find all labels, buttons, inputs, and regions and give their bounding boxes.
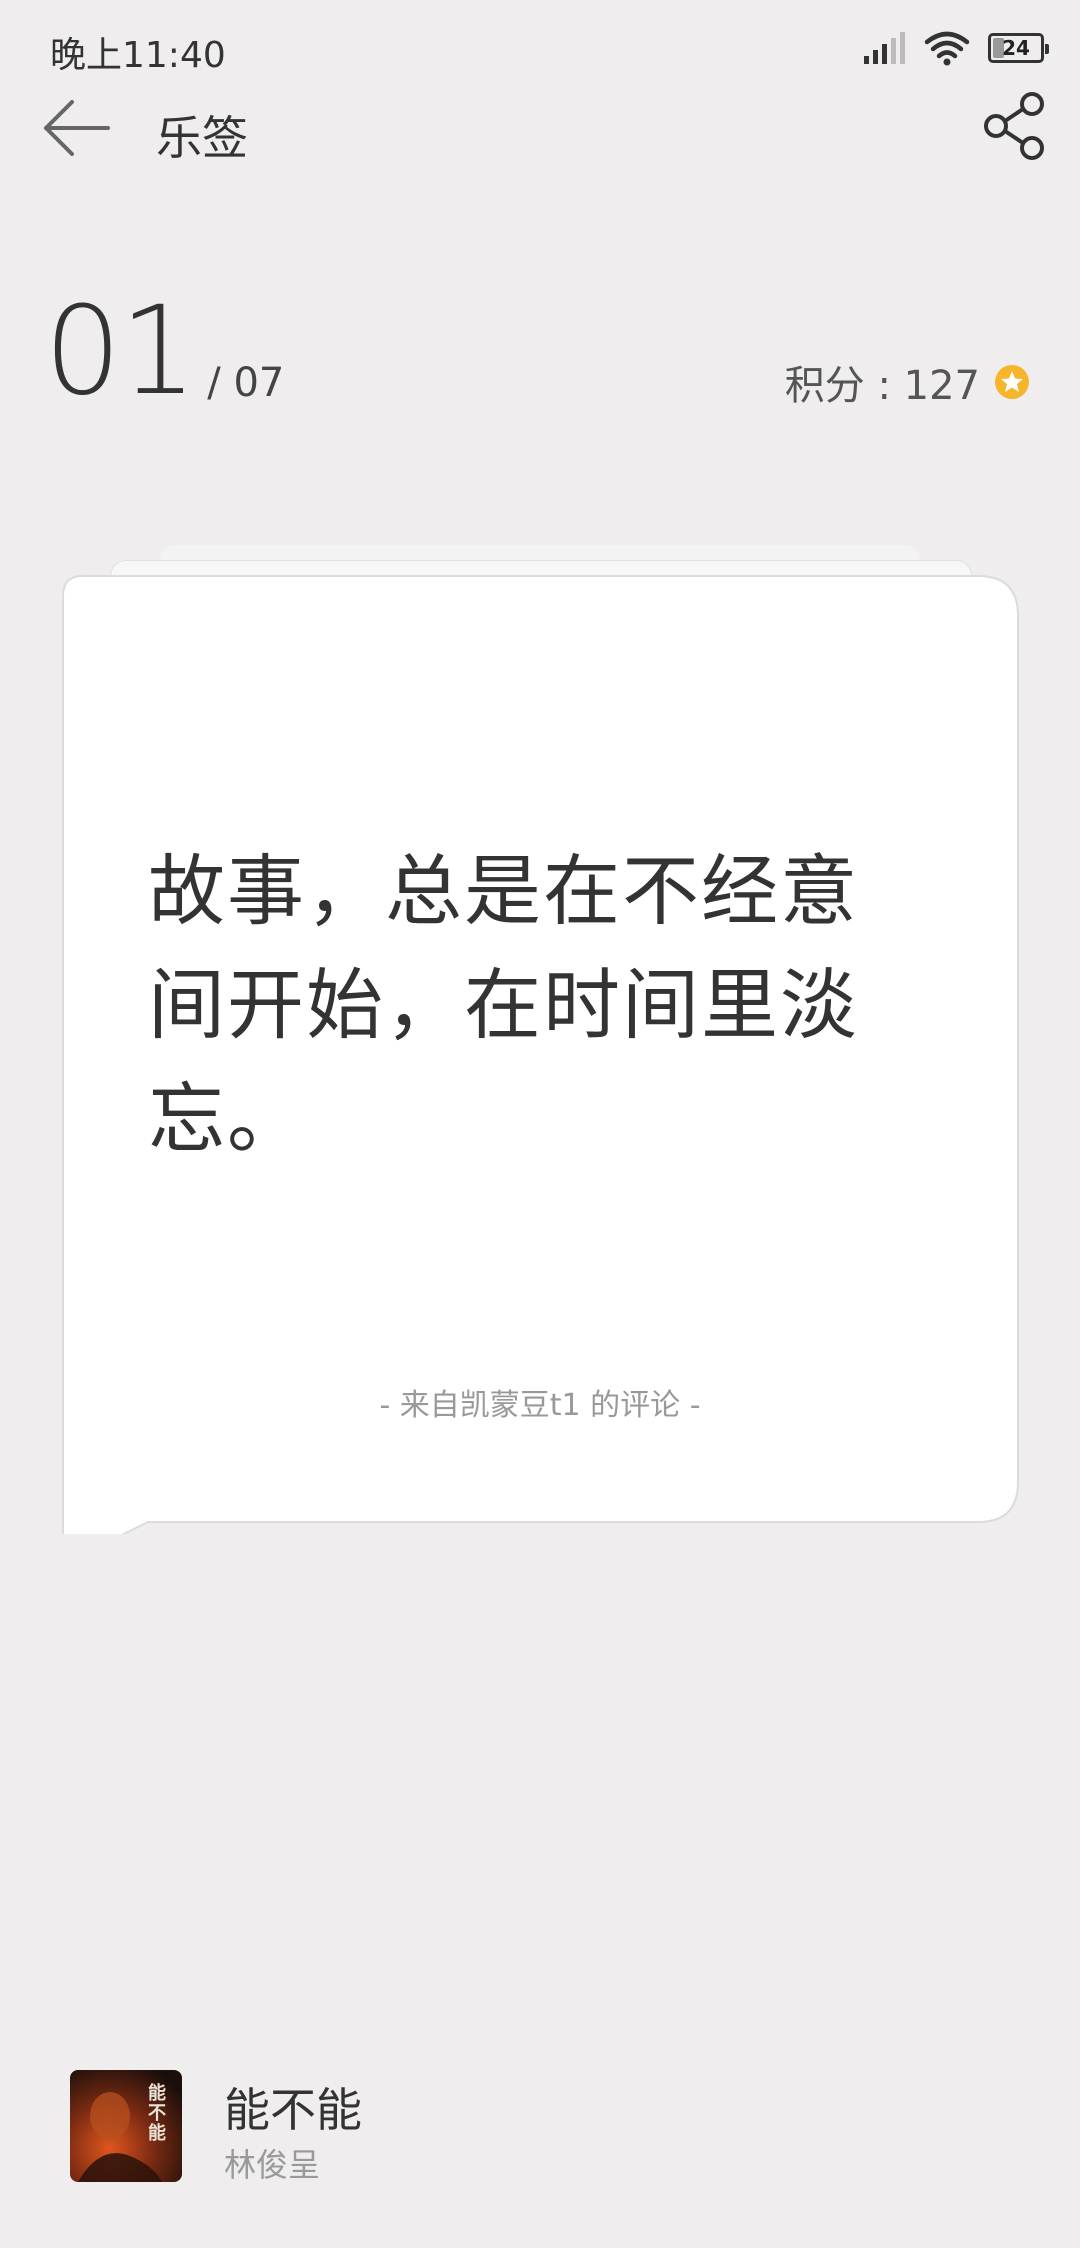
album-art-icon[interactable]: 能不能 — [70, 2070, 182, 2182]
status-time: 晚上11:40 — [50, 35, 226, 76]
header-bar: 乐签 — [0, 92, 1080, 226]
status-bar: 晚上11:40 24 — [0, 0, 1080, 96]
page-title: 乐签 — [156, 111, 248, 165]
back-arrow-icon — [44, 100, 110, 156]
album-art-text: 能不能 — [148, 2083, 166, 2144]
counter-total: / 07 — [207, 360, 285, 406]
battery-level: 24 — [1002, 36, 1030, 60]
signal-icon — [864, 32, 905, 64]
star-coin-icon — [995, 365, 1029, 399]
quote-source: - 来自凯蒙豆t1 的评论 - — [379, 1388, 701, 1423]
now-playing-bar[interactable]: 能不能 能不能 林俊呈 — [70, 2068, 1030, 2188]
quote-text: 故事，总是在不经意间开始，在时间里淡忘。 — [148, 848, 859, 1165]
score: 积分 : 127 — [785, 353, 1030, 411]
battery-icon: 24 — [988, 33, 1049, 63]
song-title: 能不能 — [224, 2083, 362, 2137]
back-button[interactable] — [40, 96, 120, 160]
song-artist: 林俊呈 — [224, 2146, 321, 2184]
counter-current: 01 — [44, 280, 197, 422]
share-icon — [984, 92, 1044, 160]
page-counter: 01 / 07 — [44, 290, 284, 412]
share-button[interactable] — [980, 90, 1052, 162]
wifi-icon — [924, 31, 970, 66]
score-label: 积分 : 127 — [784, 363, 980, 409]
status-icons: 24 — [862, 28, 1049, 68]
